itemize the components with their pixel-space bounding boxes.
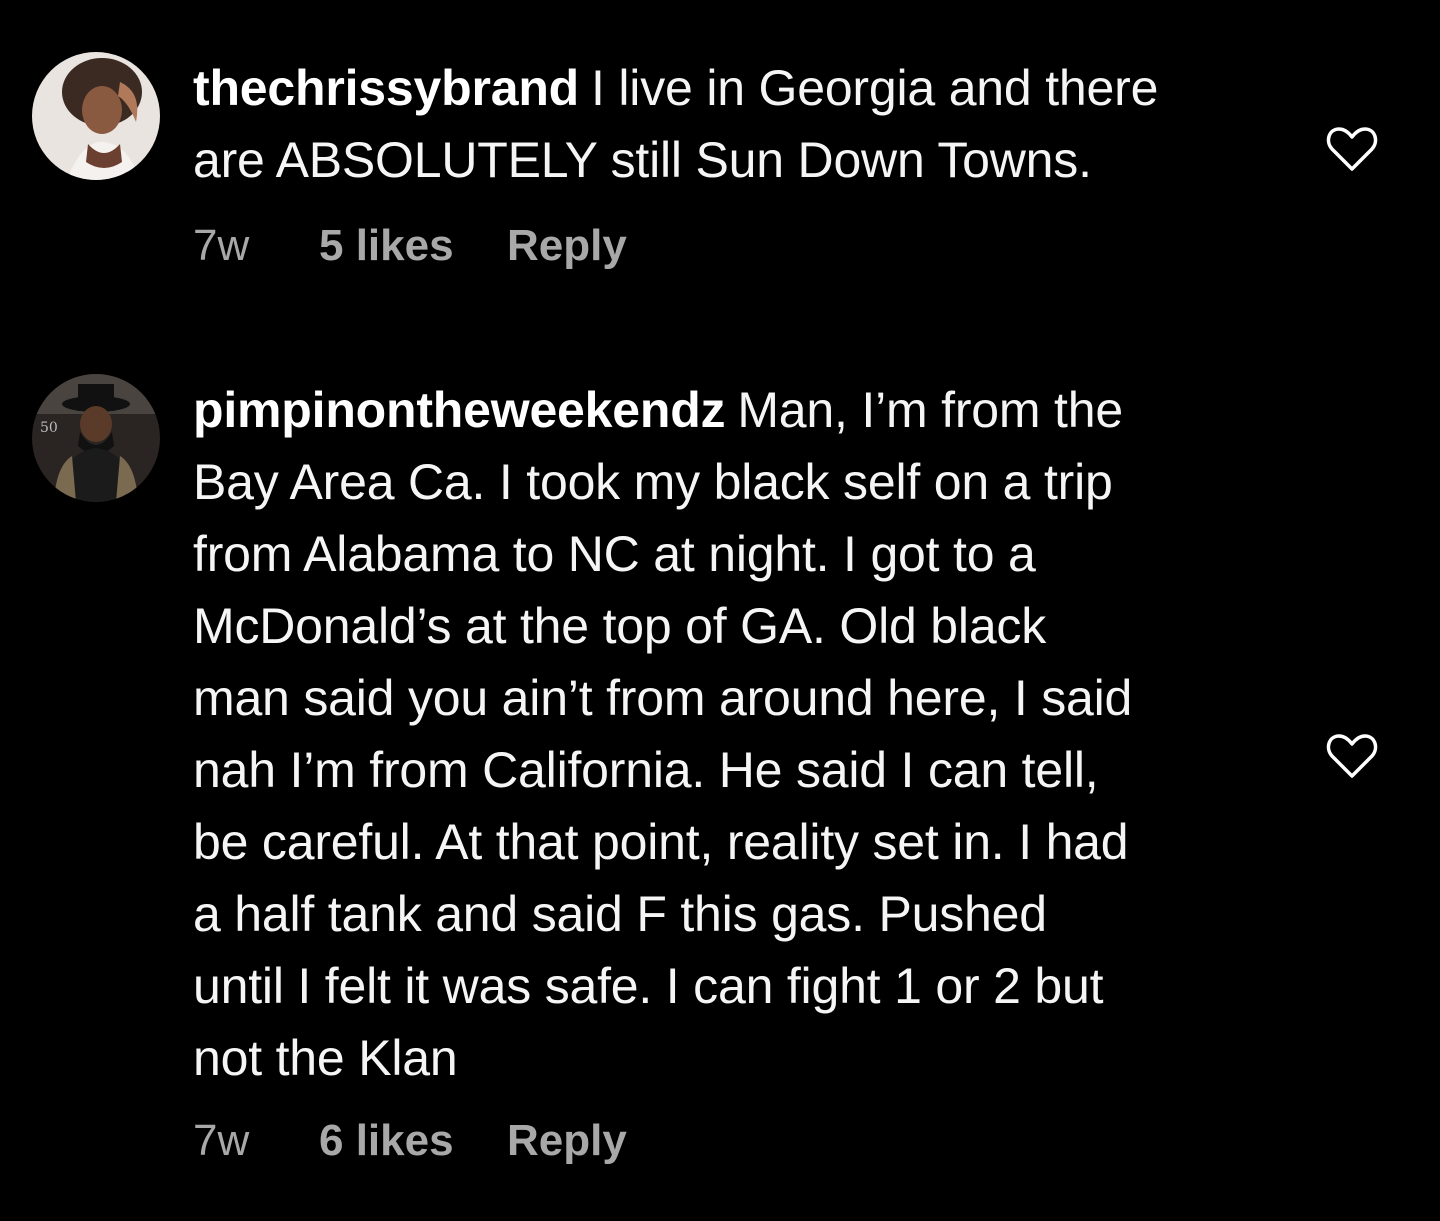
comment-meta: 7w 6 likes Reply	[193, 1116, 627, 1166]
likes-count[interactable]: 6 likes	[319, 1116, 507, 1166]
comment-line: McDonald’s at the top of GA. Old black	[193, 598, 1047, 654]
svg-text:50: 50	[40, 420, 58, 436]
comment-line: nah I’m from California. He said I can t…	[193, 742, 1099, 798]
reply-button[interactable]: Reply	[507, 1116, 627, 1166]
comment-username[interactable]: pimpinontheweekendz	[193, 382, 726, 438]
comment-text: pimpinontheweekendz Man, I’m from the Bay…	[193, 374, 1273, 1094]
likes-count[interactable]: 5 likes	[319, 221, 507, 271]
comment-line: be careful. At that point, reality set i…	[193, 814, 1129, 870]
comment-item: 50 pimpinontheweekendz Man, I’m from the …	[0, 300, 1440, 1221]
comment-item: thechrissybrand I live in Georgia and the…	[0, 0, 1440, 300]
avatar-photo	[32, 52, 160, 180]
comment-line: not the Klan	[193, 1030, 458, 1086]
comment-line: Bay Area Ca. I took my black self on a t…	[193, 454, 1113, 510]
comment-line: man said you ain’t from around here, I s…	[193, 670, 1133, 726]
comment-line: Man, I’m from the	[737, 382, 1123, 438]
comment-line: until I felt it was safe. I can fight 1 …	[193, 958, 1104, 1014]
avatar-photo: 50	[32, 374, 160, 502]
comment-timestamp: 7w	[193, 1116, 250, 1165]
comment-line: are ABSOLUTELY still Sun Down Towns.	[193, 132, 1092, 188]
comment-username[interactable]: thechrissybrand	[193, 60, 579, 116]
comment-line: from Alabama to NC at night. I got to a	[193, 526, 1036, 582]
heart-outline-icon[interactable]	[1326, 733, 1378, 779]
comment-line: I live in Georgia and there	[591, 60, 1159, 116]
avatar[interactable]: 50	[32, 374, 160, 502]
reply-button[interactable]: Reply	[507, 221, 627, 271]
comment-text: thechrissybrand I live in Georgia and the…	[193, 52, 1273, 196]
heart-outline-icon[interactable]	[1326, 126, 1378, 172]
avatar[interactable]	[32, 52, 160, 180]
comment-timestamp: 7w	[193, 221, 250, 270]
comment-line: a half tank and said F this gas. Pushed	[193, 886, 1047, 942]
comment-meta: 7w 5 likes Reply	[193, 221, 627, 271]
